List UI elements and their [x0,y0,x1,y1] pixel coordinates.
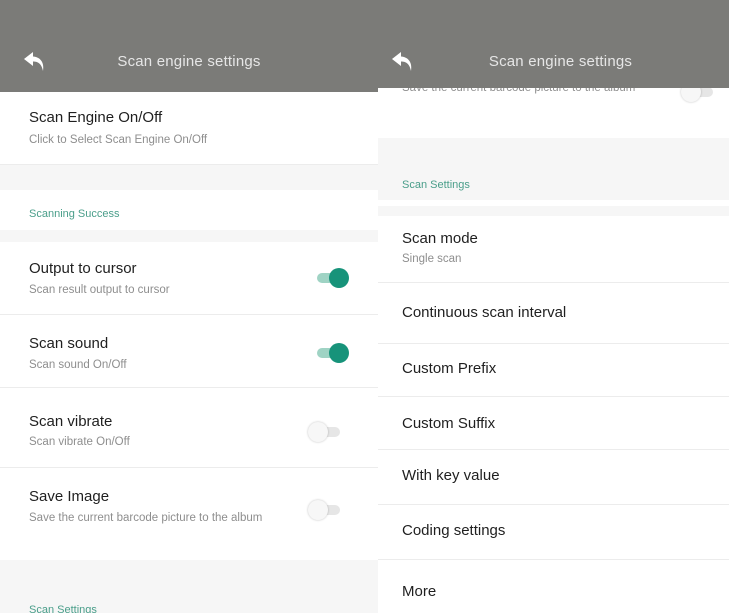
item-title: Custom Prefix [402,360,497,377]
item-title: Continuous scan interval [402,304,567,321]
item-title: Scan vibrate [29,413,113,430]
item-subtitle: Click to Select Scan Engine On/Off [29,134,208,146]
item-title: With key value [402,467,500,484]
with-key-value-item[interactable]: With key value [378,450,729,502]
item-subtitle: Single scan [402,253,462,265]
item-title: Save Image [29,488,110,505]
item-title: More [402,583,437,600]
section-header-scan-settings: Scan Settings [402,179,470,191]
item-title: Output to cursor [29,260,137,277]
scan-vibrate-item[interactable]: Scan vibrate Scan vibrate On/Off [0,388,378,462]
item-subtitle: Save the current barcode picture to the … [29,512,263,524]
scan-vibrate-toggle[interactable] [308,422,344,442]
item-subtitle: Scan result output to cursor [29,284,170,296]
toggle-knob [329,343,349,363]
scan-sound-item[interactable]: Scan sound Scan sound On/Off [0,315,378,379]
settings-list[interactable]: Save the current barcode picture to the … [378,80,729,613]
more-item[interactable]: More [378,560,729,613]
custom-prefix-item[interactable]: Custom Prefix [378,344,729,396]
section-gap [378,206,729,216]
section-gap [0,230,378,242]
save-image-toggle[interactable] [308,500,344,520]
item-subtitle: Scan sound On/Off [29,359,127,371]
settings-list[interactable]: Scan Engine On/Off Click to Select Scan … [0,92,378,613]
scan-engine-item[interactable]: Scan Engine On/Off Click to Select Scan … [0,92,378,164]
item-title: Custom Suffix [402,415,496,432]
item-subtitle: Scan vibrate On/Off [29,436,130,448]
toolbar: Scan engine settings [378,0,729,88]
continuous-scan-interval-item[interactable]: Continuous scan interval [378,283,729,343]
save-image-item[interactable]: Save the current barcode picture to the … [378,80,729,138]
section-header-scanning-success: Scanning Success [29,208,120,220]
section-gap [0,165,378,190]
page-title: Scan engine settings [117,53,261,70]
scan-mode-item[interactable]: Scan mode Single scan [378,216,729,282]
output-to-cursor-item[interactable]: Output to cursor Scan result output to c… [0,242,378,306]
toggle-knob [329,268,349,288]
coding-settings-item[interactable]: Coding settings [378,505,729,559]
custom-suffix-item[interactable]: Custom Suffix [378,397,729,449]
page-title: Scan engine settings [488,53,633,70]
item-title: Coding settings [402,522,506,539]
section-header-scan-settings: Scan Settings [29,604,97,613]
save-image-item[interactable]: Save Image Save the current barcode pict… [0,468,378,550]
item-title: Scan sound [29,335,109,352]
toggle-knob [308,422,328,442]
toolbar: Scan engine settings [0,0,378,92]
item-title: Scan Engine On/Off [29,109,163,126]
left-settings-screen: Scan engine settings Scan Engine On/Off … [0,0,378,613]
right-settings-screen: Save the current barcode picture to the … [378,0,729,613]
item-title: Scan mode [402,230,478,247]
output-to-cursor-toggle[interactable] [313,268,349,288]
scan-sound-toggle[interactable] [313,343,349,363]
toggle-knob [308,500,328,520]
